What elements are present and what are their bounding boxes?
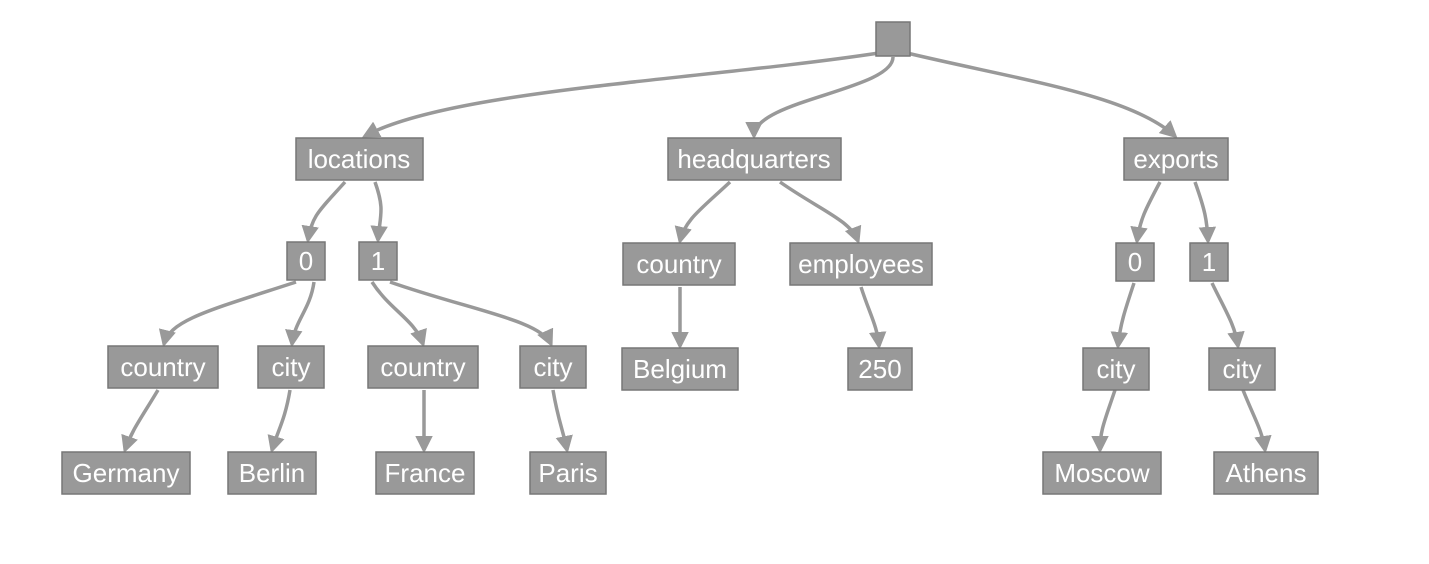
svg-text:1: 1	[1202, 247, 1216, 277]
svg-text:city: city	[1097, 354, 1136, 384]
svg-text:0: 0	[299, 246, 313, 276]
node-loc1-city-key: city	[520, 346, 586, 388]
node-loc0-city-val: Berlin	[228, 452, 316, 494]
node-exp1-city-val: Athens	[1214, 452, 1318, 494]
svg-text:Paris: Paris	[538, 458, 597, 488]
node-loc0-country-val: Germany	[62, 452, 190, 494]
node-loc0-city-key: city	[258, 346, 324, 388]
svg-text:France: France	[385, 458, 466, 488]
svg-text:250: 250	[858, 354, 901, 384]
node-loc1-city-val: Paris	[530, 452, 606, 494]
node-root	[876, 22, 910, 56]
svg-text:0: 0	[1128, 247, 1142, 277]
node-loc1-country-key: country	[368, 346, 478, 388]
svg-text:city: city	[534, 352, 573, 382]
node-exports-idx0: 0	[1116, 243, 1154, 281]
node-headquarters: headquarters	[668, 138, 841, 180]
node-hq-country-key: country	[623, 243, 735, 285]
svg-text:country: country	[120, 352, 205, 382]
node-locations: locations	[296, 138, 423, 180]
svg-text:city: city	[1223, 354, 1262, 384]
svg-text:exports: exports	[1133, 144, 1218, 174]
svg-text:country: country	[380, 352, 465, 382]
svg-text:Athens: Athens	[1226, 458, 1307, 488]
node-exports-idx1: 1	[1190, 243, 1228, 281]
node-exports: exports	[1124, 138, 1228, 180]
svg-text:Belgium: Belgium	[633, 354, 727, 384]
node-hq-employees-key: employees	[790, 243, 932, 285]
svg-text:Berlin: Berlin	[239, 458, 305, 488]
node-loc0-country-key: country	[108, 346, 218, 388]
svg-text:Moscow: Moscow	[1054, 458, 1150, 488]
svg-text:employees: employees	[798, 249, 924, 279]
node-loc1-country-val: France	[376, 452, 474, 494]
svg-text:city: city	[272, 352, 311, 382]
node-locations-idx0: 0	[287, 242, 325, 280]
node-locations-idx1: 1	[359, 242, 397, 280]
node-exp1-city-key: city	[1209, 348, 1275, 390]
svg-text:Germany: Germany	[73, 458, 180, 488]
svg-text:locations: locations	[308, 144, 411, 174]
svg-text:country: country	[636, 249, 721, 279]
svg-text:1: 1	[371, 246, 385, 276]
svg-text:headquarters: headquarters	[677, 144, 830, 174]
node-hq-country-val: Belgium	[622, 348, 738, 390]
node-exp0-city-key: city	[1083, 348, 1149, 390]
node-exp0-city-val: Moscow	[1043, 452, 1161, 494]
node-hq-employees-val: 250	[848, 348, 912, 390]
